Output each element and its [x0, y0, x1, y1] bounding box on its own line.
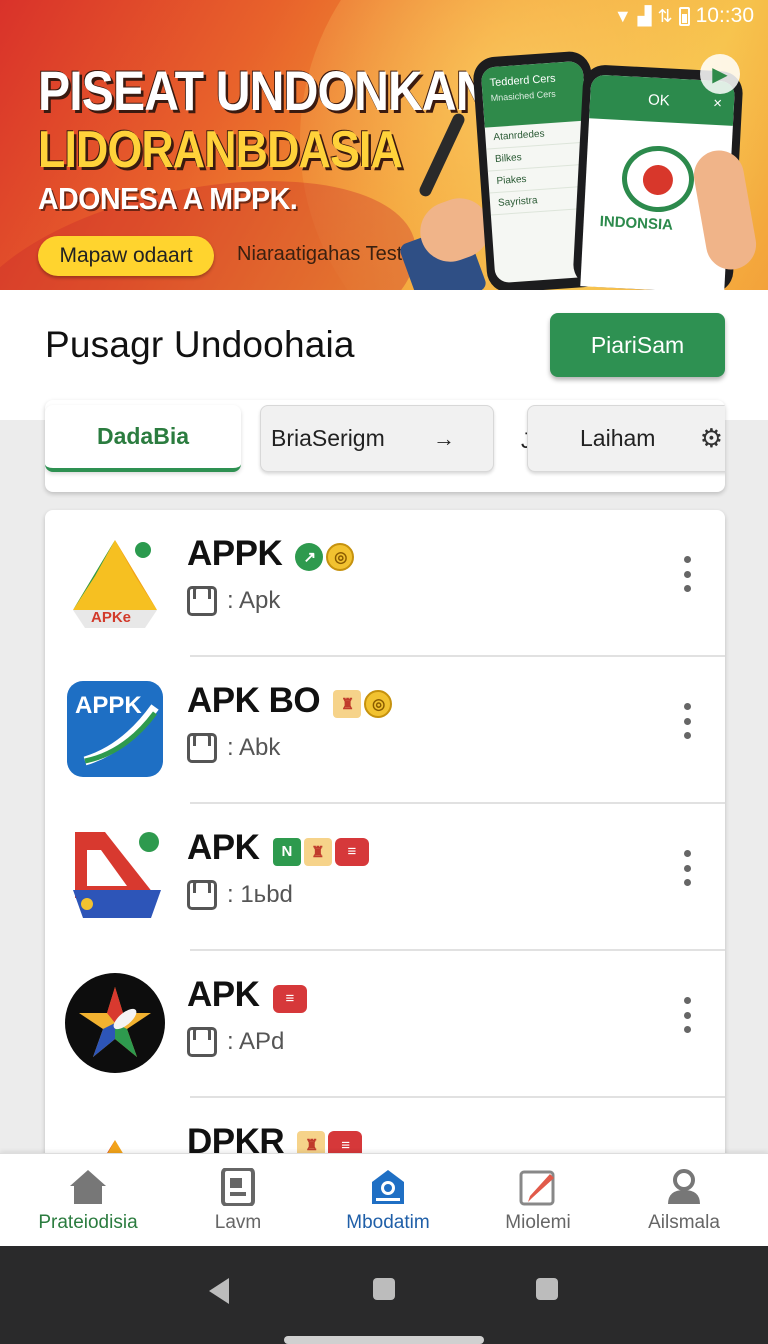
list-item[interactable]: APK ≡ : APd: [45, 951, 725, 1098]
gift-badge-icon: ♜: [333, 690, 362, 718]
app-meta: : Abk: [187, 733, 280, 763]
app-meta-text: : APd: [227, 1028, 285, 1055]
more-options-icon[interactable]: [679, 556, 695, 592]
tab-bar: DadaBia BriaSerigm → J Laiham ⚙: [45, 400, 725, 492]
bottom-navigation: Prateiodisia Lavm Mbodatim Miolemi Ailsm…: [0, 1153, 768, 1246]
indonesia-logo-icon: [620, 144, 696, 214]
more-options-icon[interactable]: [679, 850, 695, 886]
promo-banner[interactable]: ▼ ▟ ⇅ 10::30 PISEAT UNDONKAN LIDORANBDAS…: [0, 0, 768, 290]
phone-screen-subtitle: Mnasiched Cers: [490, 88, 556, 104]
app-meta: : APd: [187, 1027, 284, 1057]
tab-laiham[interactable]: Laiham ⚙: [527, 405, 725, 472]
recents-icon[interactable]: [536, 1278, 558, 1300]
tab-label: Laiham: [580, 425, 656, 451]
app-title-row: APK N ♜ ≡: [187, 828, 369, 868]
home-button-icon[interactable]: [373, 1278, 395, 1300]
phone-logo-text: INDONSIA: [599, 213, 674, 234]
more-options-icon[interactable]: [679, 703, 695, 739]
system-navigation-bar: [0, 1246, 768, 1344]
app-meta: : 1ьbd: [187, 880, 293, 910]
app-title-row: APPK ↗ ◎: [187, 534, 355, 574]
phone-screen-header: Tedderd Cers Mnasiched Cers: [480, 60, 587, 128]
app-root: ▼ ▟ ⇅ 10::30 PISEAT UNDONKAN LIDORANBDAS…: [0, 0, 768, 1344]
n-badge-icon: N: [272, 837, 301, 866]
arrow-right-icon: →: [433, 425, 455, 451]
app-meta-text: : 1ьbd: [227, 881, 293, 908]
verified-badge-icon: ↗: [295, 543, 324, 571]
document-icon: [221, 1167, 255, 1206]
app-icon-apk-blue: APPK: [67, 681, 163, 777]
banner-subtitle: ADONESA A MPPK.: [38, 181, 298, 216]
app-icon-red-a: [73, 832, 161, 918]
nav-item-miolemi[interactable]: Miolemi: [468, 1154, 608, 1247]
nav-label: Mbodatim: [346, 1211, 430, 1233]
package-icon: [187, 880, 217, 910]
list-badge-icon: ≡: [334, 837, 369, 866]
nav-label: Ailsmala: [648, 1211, 720, 1233]
app-title: APK: [187, 828, 260, 867]
list-item[interactable]: APPK APK BO ♜ ◎ : Abk: [45, 657, 725, 804]
nav-item-mbodatim[interactable]: Mbodatim: [318, 1154, 458, 1247]
app-meta-text: : Apk: [227, 587, 281, 614]
data-icon: ⇅: [657, 5, 673, 26]
app-title: APPK: [187, 534, 283, 573]
close-icon: ×: [712, 94, 723, 112]
coin-badge-icon: ◎: [364, 690, 393, 718]
gift-badge-icon: ♜: [303, 837, 332, 866]
app-meta: : Apk: [187, 586, 280, 616]
banner-title: PISEAT UNDONKAN: [38, 59, 491, 122]
tab-briaserigm[interactable]: BriaSerigm →: [260, 405, 494, 472]
app-list: APKe APPK ↗ ◎ : Apk APPK APK BO ♜ ◎: Ab…: [45, 510, 725, 1190]
tab-label: BriaSerigm: [271, 425, 385, 451]
app-meta-text: : Abk: [227, 734, 281, 761]
home-icon: [70, 1169, 106, 1204]
phone-ok-label: OK: [647, 90, 671, 109]
badge-group: ≡: [272, 984, 307, 1013]
user-icon: [668, 1168, 700, 1204]
back-icon[interactable]: [209, 1278, 229, 1304]
nav-label: Prateiodisia: [38, 1211, 138, 1233]
app-title: APK: [187, 975, 260, 1014]
app-icon-text: APKe: [91, 609, 131, 626]
badge-group: N ♜ ≡: [272, 837, 369, 866]
nav-item-ailsmala[interactable]: Ailsmala: [614, 1154, 754, 1247]
status-bar: ▼ ▟ ⇅ 10::30: [614, 4, 754, 28]
nav-label: Miolemi: [505, 1211, 571, 1233]
status-time: 10::30: [695, 4, 754, 27]
phone-screen-title: Tedderd Cers: [489, 72, 556, 90]
app-icon-drive-apk: APKe: [73, 540, 157, 628]
list-item[interactable]: APKe APPK ↗ ◎ : Apk: [45, 510, 725, 657]
edit-icon: [519, 1170, 555, 1205]
app-icon-text: APPK: [75, 692, 142, 719]
gear-icon[interactable]: ⚙: [700, 423, 723, 454]
wifi-icon: ▼: [613, 5, 632, 26]
banner-title-line2: LIDORANBDASIA: [38, 121, 403, 179]
tab-dadabia[interactable]: DadaBia: [45, 405, 241, 472]
package-icon: [187, 586, 217, 616]
app-title: APK BO: [187, 681, 321, 720]
app-icon-star-rocket: [65, 973, 165, 1073]
gesture-handle[interactable]: [284, 1336, 484, 1344]
nav-item-home[interactable]: Prateiodisia: [18, 1154, 158, 1247]
app-title-row: APK ≡: [187, 975, 307, 1015]
banner-note: Niaraatigahas Test.: [237, 243, 408, 265]
app-title-row: APK BO ♜ ◎: [187, 681, 393, 721]
package-icon: [187, 1027, 217, 1057]
coin-badge-icon: ◎: [326, 543, 355, 571]
package-icon: [187, 733, 217, 763]
play-icon[interactable]: ▶: [700, 54, 740, 94]
badge-group: ↗ ◎: [295, 543, 355, 571]
battery-icon: [678, 6, 690, 26]
banner-cta-button[interactable]: Mapaw odaart: [38, 236, 214, 276]
badge-group: ♜ ◎: [333, 690, 393, 718]
nav-item-lavm[interactable]: Lavm: [168, 1154, 308, 1247]
more-options-icon[interactable]: [679, 997, 695, 1033]
list-item[interactable]: APK N ♜ ≡ : 1ьbd: [45, 804, 725, 951]
primary-action-button[interactable]: PiariSam: [550, 313, 725, 377]
page-title: Pusagr Undoohaia: [45, 324, 355, 365]
nav-label: Lavm: [214, 1211, 262, 1233]
list-badge-icon: ≡: [272, 984, 307, 1013]
signal-icon: ▟: [637, 5, 652, 26]
store-icon: [372, 1169, 404, 1204]
